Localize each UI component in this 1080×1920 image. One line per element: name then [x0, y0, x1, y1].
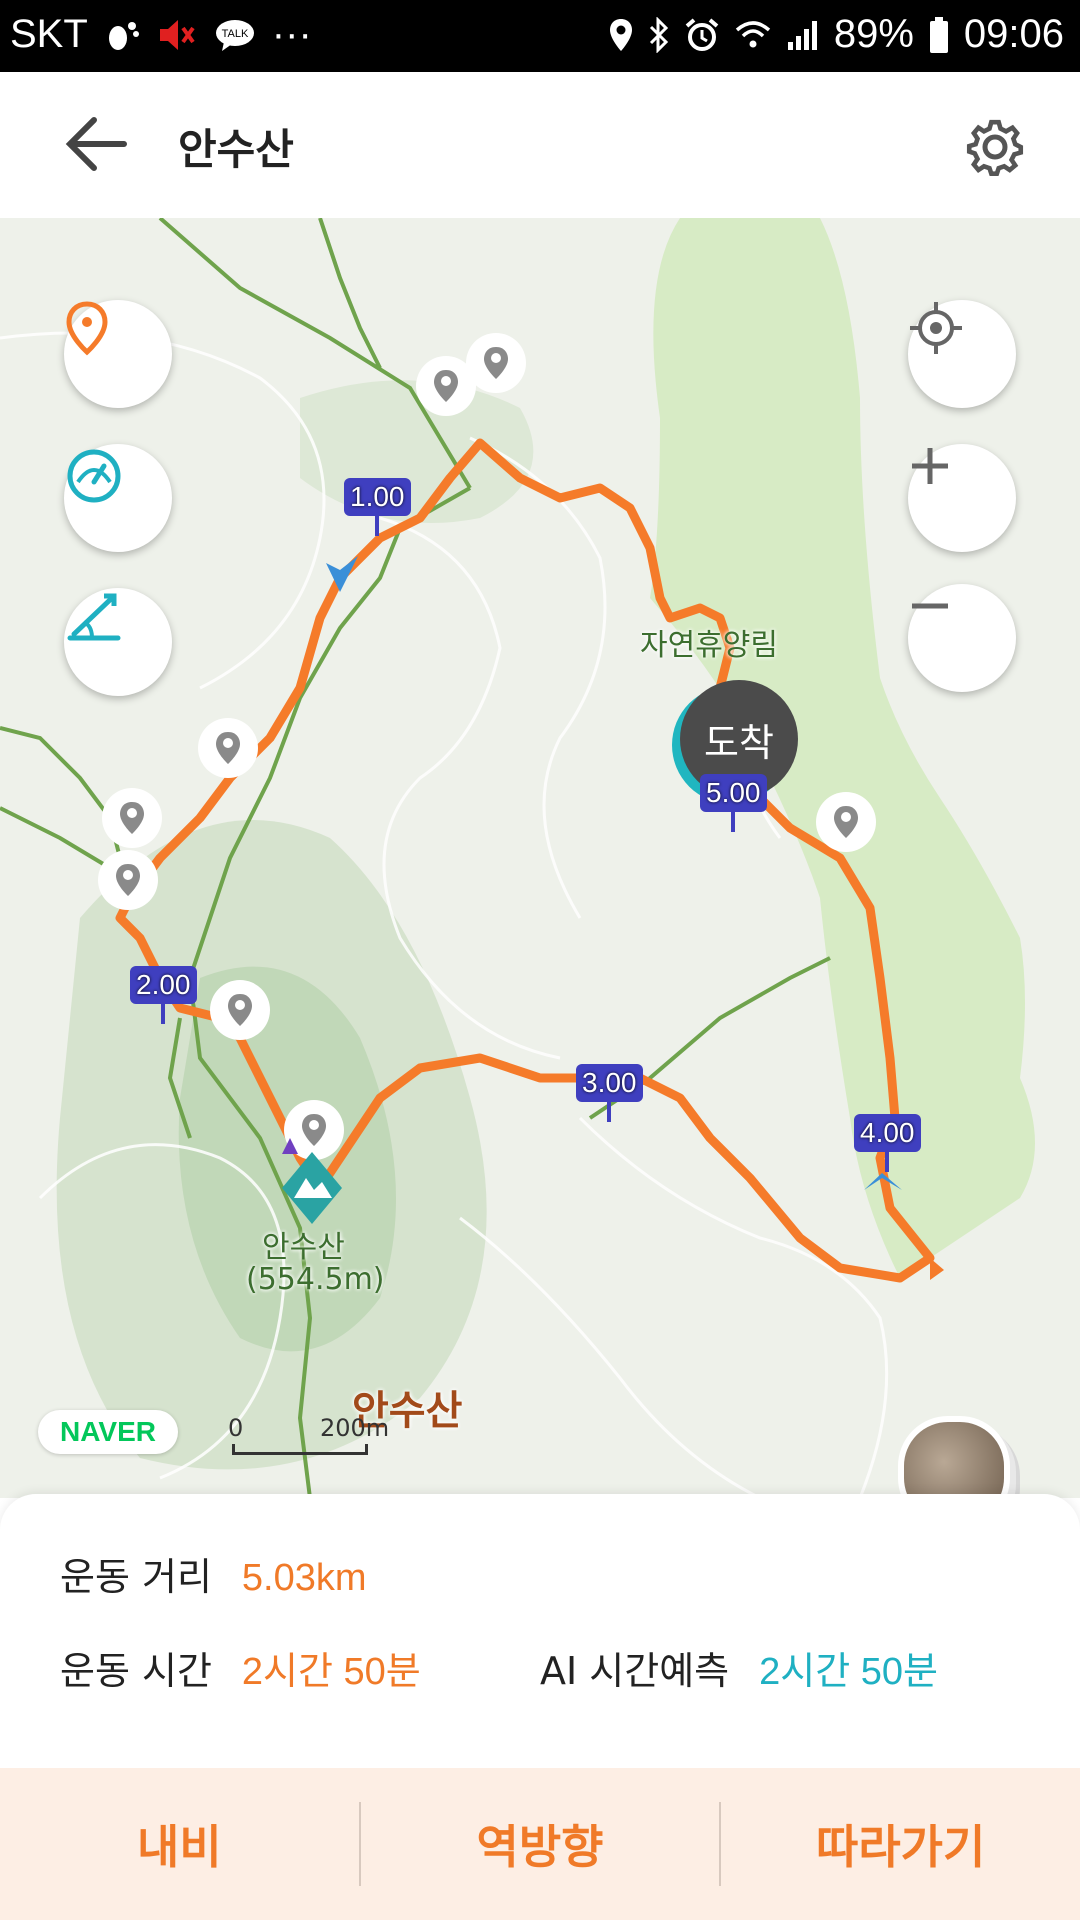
naver-logo: NAVER [38, 1410, 178, 1454]
waypoint-pin-icon[interactable] [98, 850, 158, 910]
map-view[interactable]: 1.00 2.00 3.00 4.00 도착 5.00 자연휴양림 안수산 안수… [0, 218, 1080, 1498]
scale-bar [232, 1444, 368, 1455]
carrier-label: SKT [10, 12, 88, 56]
reverse-button[interactable]: 역방향 [361, 1768, 720, 1920]
battery-percent: 89% [833, 12, 914, 56]
stats-panel: 운동 거리 5.03km 운동 시간 2시간 50분 AI 시간예측 2시간 50분 [0, 1494, 1080, 1768]
page-title: 안수산 [178, 125, 294, 174]
waypoint-pin-icon[interactable] [816, 792, 876, 852]
footprint-icon [108, 21, 139, 50]
more-indicator: ··· [271, 12, 312, 56]
svg-text:TALK: TALK [221, 28, 248, 40]
zoom-out-button[interactable] [908, 584, 1016, 692]
crosshair-icon [910, 302, 962, 354]
slope-button[interactable] [64, 588, 172, 696]
distance-value: 5.03km [241, 1557, 367, 1599]
arrow-left-icon[interactable] [62, 112, 132, 176]
waypoint-button[interactable] [64, 300, 172, 408]
ai-label: AI 시간예측 [540, 1649, 730, 1693]
status-bar: SKT TALK ··· 89% 09:06 [0, 0, 1080, 72]
km-marker-2: 2.00 [130, 966, 197, 1024]
plus-icon [912, 448, 948, 484]
follow-button[interactable]: 따라가기 [721, 1768, 1080, 1920]
distance-label: 운동 거리 [60, 1555, 212, 1599]
time-stat: 운동 시간 2시간 50분 [60, 1640, 421, 1695]
scale-zero: 0 [228, 1414, 244, 1442]
slope-icon [67, 593, 121, 641]
wifi-icon [735, 20, 770, 47]
zoom-in-button[interactable] [908, 444, 1016, 552]
talk-icon: TALK [215, 19, 254, 51]
waypoint-pin-icon[interactable] [198, 718, 258, 778]
peak-elevation: (554.5m) [246, 1262, 385, 1297]
waypoint-pin-icon[interactable] [466, 333, 526, 393]
clock: 09:06 [963, 12, 1064, 56]
km-marker-5: 5.00 [700, 774, 767, 832]
map-pin-icon [66, 301, 108, 356]
my-location-button[interactable] [908, 300, 1016, 408]
minus-icon [912, 603, 948, 609]
app-header: 안수산 [0, 72, 1080, 219]
km-marker-4: 4.00 [854, 1114, 921, 1172]
scale-distance: 200m [320, 1414, 390, 1442]
map-scale: 0 200m [228, 1414, 389, 1458]
bluetooth-icon [649, 16, 668, 53]
battery-icon [929, 16, 948, 53]
ai-value: 2시간 50분 [759, 1651, 938, 1693]
time-value: 2시간 50분 [241, 1651, 421, 1693]
navigation-button[interactable]: 내비 [0, 1768, 359, 1920]
ai-prediction-stat: AI 시간예측 2시간 50분 [540, 1640, 938, 1695]
km-marker-3: 3.00 [576, 1064, 643, 1122]
action-bar: 내비 역방향 따라가기 [0, 1768, 1080, 1920]
alarm-icon [685, 17, 719, 51]
forest-label: 자연휴양림 [640, 628, 778, 663]
photo-thumbnail[interactable] [898, 1416, 1010, 1498]
speed-button[interactable] [64, 444, 172, 552]
signal-icon [787, 20, 817, 50]
time-label: 운동 시간 [60, 1649, 212, 1693]
km-marker-1: 1.00 [344, 478, 411, 536]
speedometer-icon [67, 449, 121, 503]
map-canvas [0, 218, 1035, 1498]
location-icon [609, 18, 632, 51]
waypoint-pin-icon[interactable] [210, 980, 270, 1040]
waypoint-pin-icon[interactable] [102, 788, 162, 848]
peak-label: 안수산 [262, 1230, 345, 1265]
distance-stat: 운동 거리 5.03km [60, 1546, 367, 1601]
gear-icon[interactable] [962, 114, 1028, 180]
volume-mute-icon [159, 19, 195, 50]
